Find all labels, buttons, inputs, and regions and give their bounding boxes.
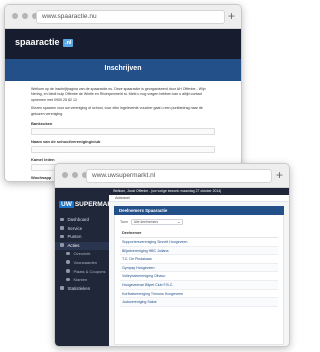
points-icon xyxy=(60,234,64,239)
supermarkt-browser-window: www.uwsupermarkt.nl + Welkom, Joost Offe… xyxy=(54,163,290,347)
filter-label: Toon xyxy=(120,220,128,224)
sidebar-item-label: Statistieken xyxy=(67,285,91,291)
intro-paragraph: Welkom op de inschrijfpagina van de spaa… xyxy=(31,87,206,102)
conditions-icon xyxy=(66,260,70,264)
table-row[interactable]: Volleybalvereniging Olhavo xyxy=(120,272,278,281)
address-bar[interactable]: www.spaaractie.nu xyxy=(36,10,225,24)
page-banner: Inschrijven xyxy=(5,59,241,81)
window-controls xyxy=(12,13,38,19)
welcome-bar: Welkom, Joost Offenbe - (uw vorige bezoe… xyxy=(55,188,289,195)
sidebar-nav: Dashboard Service Punten Acties Overzicht Voo… xyxy=(55,216,109,293)
table-row[interactable]: Biljartvereniging HBC Juliana xyxy=(120,246,278,256)
logo-text: spaaractie xyxy=(15,37,60,47)
sidebar-item-stats[interactable]: Statistieken xyxy=(55,285,109,294)
browser-titlebar: www.uwsupermarkt.nl + xyxy=(55,164,289,188)
filter-select[interactable]: Alle deelnemers xyxy=(130,219,183,225)
breadcrumb[interactable]: Actiedoel xyxy=(109,195,289,202)
new-tab-plus-icon[interactable]: + xyxy=(276,167,283,183)
school-name-input[interactable] xyxy=(31,146,215,154)
site-header: spaaractie .nl xyxy=(5,29,241,59)
sidebar: UW SUPERMARKT Dashboard Service Punten Actie… xyxy=(55,195,121,346)
overview-icon xyxy=(66,251,70,256)
sidebar-item-label: Voorwaarden xyxy=(73,259,98,265)
field-label: Naam van de school/vereniging/club xyxy=(31,139,101,145)
sidebar-item-dashboard[interactable]: Dashboard xyxy=(55,216,109,225)
sidebar-item-overview[interactable]: Overzicht xyxy=(55,250,109,259)
stats-icon xyxy=(60,286,64,290)
instruction-paragraph: Kiezen spaaren voor uw vereniging of sch… xyxy=(31,106,203,116)
column-header[interactable]: Deelnemer xyxy=(120,229,278,238)
table-row[interactable]: Hoogeveense Bilpet Club F.B.C. xyxy=(120,280,278,290)
spaaractie-browser-window: www.spaaractie.nu + spaaractie .nl Insch… xyxy=(4,4,242,182)
service-icon xyxy=(60,226,64,230)
supermarkt-logo[interactable]: UW SUPERMARKT xyxy=(59,201,121,208)
minimize-dot-icon[interactable] xyxy=(22,13,28,19)
sidebar-item-label: Punten xyxy=(67,234,82,240)
panel-title: Deelnemers Spaaractie xyxy=(114,206,284,215)
table-row[interactable]: Korfbalvereniging Trimons Hoogeveen xyxy=(120,290,278,299)
sidebar-item-customers[interactable]: Klanten xyxy=(55,276,109,285)
page-title: Inschrijven xyxy=(104,65,142,72)
sidebar-item-points[interactable]: Punten xyxy=(55,233,109,242)
close-dot-icon[interactable] xyxy=(62,172,68,178)
sidebar-item-label: Dashboard xyxy=(67,217,89,222)
coupons-icon xyxy=(66,269,70,273)
participants-list: Supportersvereniging Sinnelt Hoogeveen Bi… xyxy=(120,238,278,307)
customers-icon xyxy=(66,277,70,282)
sidebar-item-label: Service xyxy=(67,225,83,231)
sidebar-item-label: Plaats & Coupons xyxy=(73,268,106,274)
browser-titlebar: www.spaaractie.nu + xyxy=(5,5,241,29)
address-bar[interactable]: www.uwsupermarkt.nl xyxy=(86,169,272,183)
field-1-input[interactable] xyxy=(31,128,215,136)
window-controls xyxy=(62,172,88,178)
sidebar-item-label: Overzicht xyxy=(73,251,91,257)
filter-row: Toon Alle deelnemers xyxy=(120,219,278,225)
new-tab-plus-icon[interactable]: + xyxy=(228,8,235,24)
field-label: Bankeuken xyxy=(31,121,53,127)
sidebar-item-coupons[interactable]: Plaats & Coupons xyxy=(55,268,109,277)
logo-badge: .nl xyxy=(63,39,74,47)
sidebar-item-label: Klanten xyxy=(73,277,88,283)
logo-badge: UW xyxy=(59,201,74,208)
main-content: Actiedoel Deelnemers Spaaractie Toon All… xyxy=(109,195,289,346)
sidebar-item-conditions[interactable]: Voorwaarden xyxy=(55,259,109,268)
close-dot-icon[interactable] xyxy=(12,13,18,19)
field-label: Kamel leden xyxy=(31,157,55,163)
table-row[interactable]: Supportersvereniging Sinnelt Hoogeveen xyxy=(120,238,278,247)
sidebar-item-label: Acties xyxy=(67,242,80,248)
sidebar-item-service[interactable]: Service xyxy=(55,225,109,234)
spaaractie-logo[interactable]: spaaractie .nl xyxy=(15,37,74,47)
sidebar-item-actions[interactable]: Acties xyxy=(55,241,109,251)
participants-panel: Toon Alle deelnemers Deelnemer Supporter… xyxy=(114,215,284,345)
table-row[interactable]: Gympsy Hoogeveen xyxy=(120,263,278,273)
actions-icon xyxy=(60,243,64,247)
minimize-dot-icon[interactable] xyxy=(72,172,78,178)
filter-value: Alle deelnemers xyxy=(133,220,159,224)
dashboard-icon xyxy=(60,217,64,221)
table-row[interactable]: T.C. De Pindakaas xyxy=(120,255,278,264)
table-row[interactable]: Judovereniging Sakai xyxy=(120,298,278,307)
